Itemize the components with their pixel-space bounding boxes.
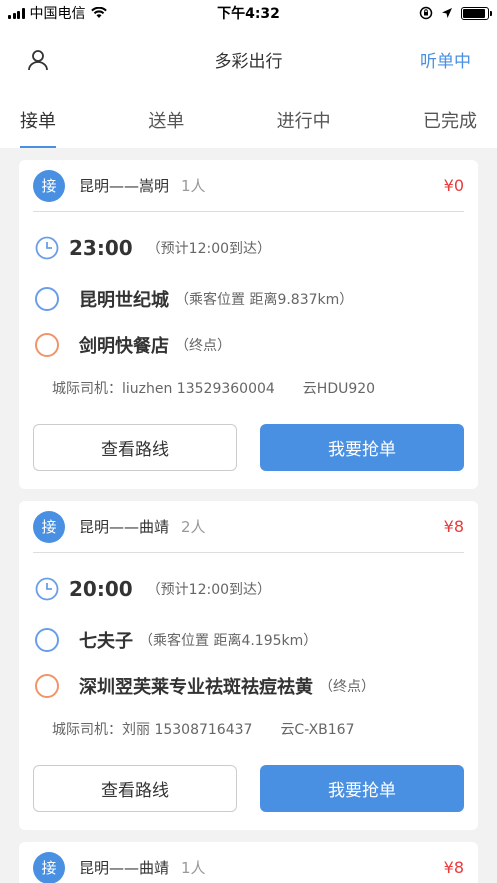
status-time: 下午4:32 (217, 6, 280, 22)
start-location-row: 七夫子 （乘客位置 距离4.195km） (33, 617, 464, 663)
user-icon[interactable] (26, 48, 50, 72)
order-route: 昆明——曲靖 (79, 859, 170, 877)
clock-icon (35, 577, 59, 601)
end-location-note: （终点） (319, 679, 375, 695)
grab-order-button[interactable]: 我要抢单 (260, 424, 464, 471)
order-route: 昆明——嵩明 (79, 177, 170, 195)
order-card: 接 昆明——曲靖 2人 ¥8 20:00 （预计12:00到达） 七夫子 （乘客… (19, 501, 478, 830)
grab-order-button[interactable]: 我要抢单 (260, 765, 464, 812)
arrival-estimate: （预计12:00到达） (146, 582, 272, 598)
status-bar: 中国电信 下午4:32 (0, 0, 497, 26)
arrival-estimate: （预计12:00到达） (146, 241, 272, 257)
status-left: 中国电信 (8, 3, 107, 23)
end-location-row: 剑明快餐店 （终点） (33, 322, 464, 368)
license-plate: 云HDU920 (302, 381, 376, 397)
order-price: ¥8 (443, 517, 464, 536)
departure-time: 20:00 (69, 577, 133, 601)
start-point-icon (35, 287, 59, 311)
order-actions: 查看路线 我要抢单 (33, 408, 464, 489)
tab-in-progress[interactable]: 进行中 (277, 92, 331, 148)
carrier-label: 中国电信 (29, 6, 86, 22)
start-location-name: 昆明世纪城 (79, 290, 169, 311)
status-right (419, 6, 492, 20)
view-route-button[interactable]: 查看路线 (33, 765, 237, 812)
clock-icon (35, 236, 59, 260)
order-card: 接 昆明——嵩明 1人 ¥0 23:00 （预计12:00到达） 昆明世纪城 （… (19, 160, 478, 489)
tab-completed[interactable]: 已完成 (423, 92, 477, 148)
driver-name-phone: 城际司机：liuzhen 13529360004 (52, 381, 275, 397)
order-card-header: 接 昆明——曲靖 1人 ¥8 (33, 842, 464, 883)
departure-time: 23:00 (69, 236, 133, 260)
page-title: 多彩出行 (214, 51, 283, 72)
order-type-badge: 接 (33, 510, 65, 543)
wifi-icon (90, 7, 107, 18)
listening-status-button[interactable]: 听单中 (420, 47, 471, 72)
tab-deliver-order[interactable]: 送单 (148, 92, 184, 148)
departure-time-row: 20:00 （预计12:00到达） (33, 561, 464, 617)
start-location-note: （乘客位置 距离9.837km） (175, 292, 354, 308)
end-location-note: （终点） (175, 338, 231, 354)
passenger-count: 1人 (181, 177, 206, 195)
orientation-lock-icon (419, 6, 433, 20)
driver-info: 城际司机：liuzhen 13529360004 云HDU920 (33, 368, 464, 408)
order-route: 昆明——曲靖 (79, 518, 170, 536)
end-location-name: 剑明快餐店 (79, 336, 169, 357)
order-card: 接 昆明——曲靖 1人 ¥8 (19, 842, 478, 883)
start-location-row: 昆明世纪城 （乘客位置 距离9.837km） (33, 276, 464, 322)
end-location-name: 深圳翌芙莱专业祛斑祛痘祛黄 (79, 677, 313, 698)
end-point-icon (35, 333, 59, 357)
end-location-row: 深圳翌芙莱专业祛斑祛痘祛黄 （终点） (33, 663, 464, 709)
battery-icon (461, 6, 492, 20)
order-price: ¥0 (443, 176, 464, 195)
signal-icon (8, 7, 25, 19)
order-list: 接 昆明——嵩明 1人 ¥0 23:00 （预计12:00到达） 昆明世纪城 （… (0, 148, 497, 883)
order-price: ¥8 (443, 858, 464, 877)
view-route-button[interactable]: 查看路线 (33, 424, 237, 471)
license-plate: 云C-XB167 (280, 722, 355, 738)
order-card-header: 接 昆明——曲靖 2人 ¥8 (33, 501, 464, 553)
passenger-count: 1人 (181, 859, 206, 877)
driver-name-phone: 城际司机：刘丽 15308716437 (52, 722, 253, 738)
order-card-header: 接 昆明——嵩明 1人 ¥0 (33, 160, 464, 212)
start-location-note: （乘客位置 距离4.195km） (139, 633, 318, 649)
nav-bar: 多彩出行 听单中 (0, 26, 497, 92)
order-tabs: 接单 送单 进行中 已完成 (0, 92, 497, 148)
order-actions: 查看路线 我要抢单 (33, 749, 464, 830)
passenger-count: 2人 (181, 518, 206, 536)
location-arrow-icon (442, 8, 452, 18)
departure-time-row: 23:00 （预计12:00到达） (33, 220, 464, 276)
order-type-badge: 接 (33, 169, 65, 202)
end-point-icon (35, 674, 59, 698)
tab-accept-order[interactable]: 接单 (20, 92, 56, 148)
start-location-name: 七夫子 (79, 631, 133, 652)
start-point-icon (35, 628, 59, 652)
driver-info: 城际司机：刘丽 15308716437 云C-XB167 (33, 709, 464, 749)
order-type-badge: 接 (33, 851, 65, 883)
